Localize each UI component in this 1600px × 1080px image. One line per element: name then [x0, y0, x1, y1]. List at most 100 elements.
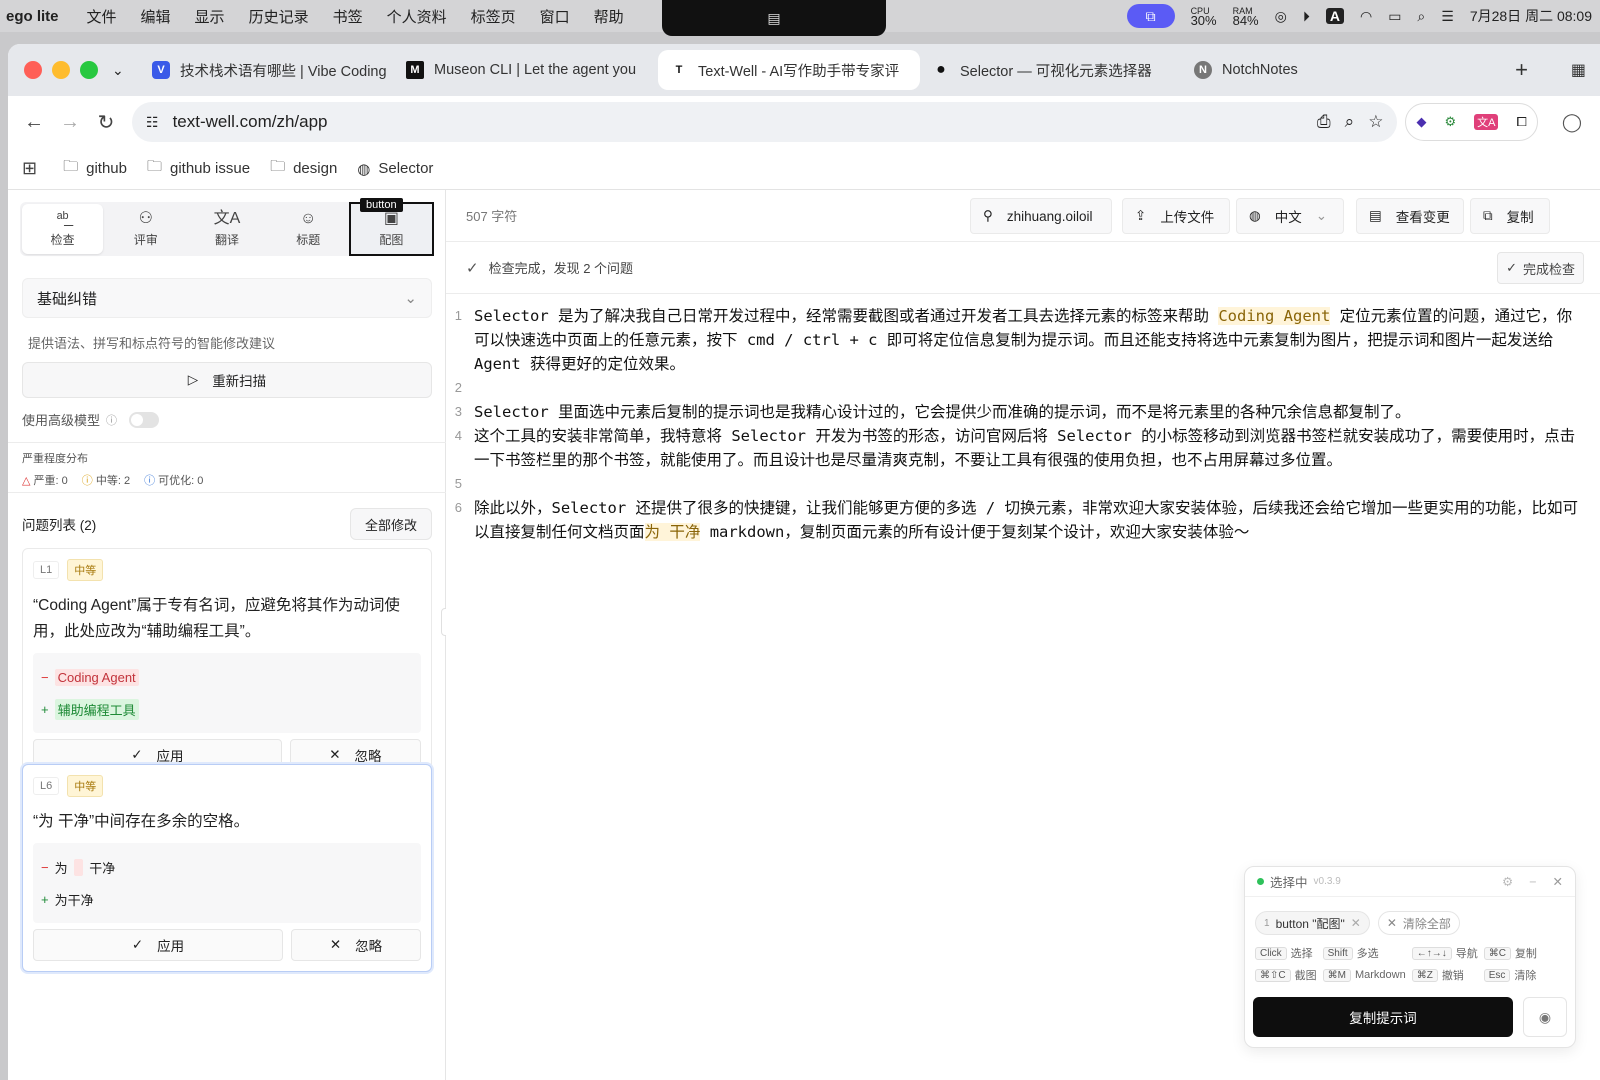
close-window-button[interactable] [24, 61, 42, 79]
menu-history[interactable]: 历史记录 [249, 6, 309, 27]
cpu-stat[interactable]: CPU 30% [1191, 6, 1217, 27]
extension-gears-icon[interactable]: ⚙ [1444, 114, 1456, 130]
copy-icon: ⧉ [1483, 208, 1493, 223]
highlight-coding-agent[interactable]: Coding Agent [1218, 307, 1331, 325]
bookmark-star-icon[interactable]: ☆ [1368, 112, 1383, 132]
upload-button[interactable]: ⇪ 上传文件 [1122, 198, 1230, 234]
menu-view[interactable]: 显示 [195, 6, 225, 27]
forward-arrow-icon[interactable]: → [52, 104, 88, 140]
back-arrow-icon[interactable]: ← [16, 104, 52, 140]
shortcut-hint: ⌘⇧C 截图 [1255, 967, 1317, 983]
help-icon[interactable]: ⓘ [106, 412, 117, 428]
issue-card[interactable]: L6 中等 “为 干净”中间存在多余的空格。 − 为 干净 + 为干净 ✓ 应用 ✕ 忽… [22, 764, 432, 972]
site-settings-icon[interactable]: ☷ [146, 114, 159, 131]
user-button[interactable]: ⚲ zhihuang.oiloil [970, 198, 1112, 234]
editor-line[interactable]: 3 Selector 里面选中元素后复制的提示词也是我精心设计过的，它会提供少而准… [446, 400, 1600, 424]
tab-museon[interactable]: M Museon CLI | Let the agent you [394, 50, 658, 90]
close-icon[interactable]: ✕ [1553, 874, 1563, 889]
info-circle-icon: ⓘ [81, 475, 93, 487]
shortcut-hint: ⌘Z 撤销 [1411, 967, 1478, 983]
extension-diamond-icon[interactable]: ◆ [1416, 114, 1426, 130]
bookmark-design[interactable]: 🗀 design [270, 156, 337, 181]
bookmark-selector[interactable]: ◍ Selector [357, 160, 433, 178]
tab-translate[interactable]: 文A 翻译 [186, 202, 267, 256]
reload-icon[interactable]: ↻ [88, 104, 124, 140]
text-editor[interactable]: 1 Selector 是为了解决我自己日常开发过程中，经常需要截图或者通过开发者工… [446, 294, 1600, 544]
minimize-window-button[interactable] [52, 61, 70, 79]
ram-stat[interactable]: RAM 84% [1233, 6, 1259, 27]
shortcut-hints: Click 选择 Shift 多选 ←↑→↓ 导航 ⌘C 复制 ⌘⇧C 截图 ⌘M Mark… [1245, 935, 1575, 983]
install-app-icon[interactable]: ⎙ [1317, 112, 1331, 132]
tab-list-chevron-icon[interactable]: ⌄ [112, 62, 140, 79]
screen-share-icon[interactable]: ⧉ [1126, 4, 1175, 28]
new-tab-plus-icon[interactable]: + [1515, 57, 1528, 83]
battery-icon[interactable]: ▭ [1388, 8, 1401, 25]
ignore-button[interactable]: ✕ 忽略 [291, 929, 421, 961]
camera-icon[interactable]: ◉ [1523, 997, 1567, 1037]
editor-line[interactable]: 6 除此以外，Selector 还提供了很多的快捷键，让我们能够更方便的多选 / … [446, 496, 1600, 544]
close-icon[interactable]: ✕ [1351, 916, 1361, 930]
editor-line[interactable]: 4 这个工具的安装非常简单，我特意将 Selector 开发为书签的形态，访问官网… [446, 424, 1600, 472]
url-text[interactable]: text-well.com/zh/app [173, 112, 328, 132]
selector-element-tag: button [360, 198, 403, 212]
bookmark-github[interactable]: 🗀 github [63, 156, 127, 181]
datetime[interactable]: 7月28日 周二 08:09 [1470, 6, 1592, 26]
play-icon[interactable]: ⏵ [1303, 8, 1310, 25]
editor-line[interactable]: 1 Selector 是为了解决我自己日常开发过程中，经常需要截图或者通过开发者工… [446, 304, 1600, 376]
gear-icon[interactable]: ⚙ [1502, 874, 1513, 889]
category-select[interactable]: 基础纠错 ⌄ [22, 278, 432, 318]
editor-line[interactable]: 2 [446, 376, 1600, 400]
selector-panel-header: 选择中 v0.3.9 ⚙ − ✕ [1245, 867, 1575, 897]
control-center-icon[interactable]: ☰ [1441, 8, 1454, 25]
menu-profile[interactable]: 个人资料 [387, 6, 447, 27]
minimize-icon[interactable]: − [1529, 875, 1536, 889]
tab-check[interactable]: ᵃᵇ̲ 检查 [22, 204, 104, 254]
input-method-icon[interactable]: A [1325, 8, 1344, 24]
tab-review[interactable]: ⚇ 评审 [105, 202, 186, 256]
tab-grid-icon[interactable]: ▦ [1571, 60, 1586, 80]
bookmark-github-issue[interactable]: 🗀 github issue [147, 156, 250, 181]
tab-vibe-coding[interactable]: V 技术栈术语有哪些 | Vibe Coding [140, 50, 394, 90]
highlight-extra-space[interactable]: 为 干净 [644, 523, 701, 541]
menu-window[interactable]: 窗口 [540, 6, 570, 27]
apps-grid-icon[interactable]: ⊞ [22, 158, 37, 179]
extensions-puzzle-icon[interactable]: ⧠ [1516, 114, 1526, 130]
tab-selector[interactable]: ● Selector — 可视化元素选择器 [920, 50, 1182, 90]
view-changes-button[interactable]: ▤ 查看变更 [1356, 198, 1464, 234]
menu-edit[interactable]: 编辑 [141, 6, 171, 27]
diff-removed-b: 干净 [89, 860, 116, 876]
advanced-model-toggle[interactable] [129, 411, 160, 428]
editor-line[interactable]: 5 [446, 472, 1600, 496]
menu-help[interactable]: 帮助 [594, 6, 624, 27]
tab-text-well[interactable]: T Text-Well - AI写作助手带专家评 [658, 50, 920, 90]
apply-button[interactable]: ✓ 应用 [33, 929, 284, 961]
menu-tabs[interactable]: 标签页 [471, 6, 516, 27]
users-icon: ⚇ [138, 209, 153, 227]
menubar-app-name[interactable]: ego lite [6, 8, 59, 25]
tab-title[interactable]: ☺ 标题 [268, 202, 349, 256]
copy-prompt-button[interactable]: 复制提示词 [1253, 997, 1513, 1037]
extension-translate-icon[interactable]: 文A [1474, 114, 1499, 130]
menu-bookmarks[interactable]: 书签 [333, 6, 363, 27]
wifi-icon[interactable]: ◠ [1360, 8, 1372, 25]
zoom-window-button[interactable] [80, 61, 98, 79]
rescan-button[interactable]: ▷ 重新扫描 [22, 362, 432, 398]
issue-card[interactable]: L1 中等 “Coding Agent”属于专有名词，应避免将其作为动词使用，此… [22, 548, 432, 782]
selected-element-chip[interactable]: 1 button "配图" ✕ [1255, 911, 1370, 935]
fix-all-button[interactable]: 全部修改 [349, 508, 432, 540]
language-select[interactable]: ◍ 中文 ⌄ [1236, 198, 1344, 234]
search-icon[interactable]: ⌕ [1417, 8, 1425, 25]
tab-notchnotes[interactable]: N NotchNotes [1182, 50, 1382, 90]
diff-removed: Coding Agent [54, 668, 139, 686]
url-bar[interactable]: ☷ text-well.com/zh/app ⎙ ⌕ ☆ [132, 102, 1398, 142]
bookmarks-bar: ⊞ 🗀 github 🗀 github issue 🗀 design ◍ Selecto… [8, 148, 1600, 190]
copy-button[interactable]: ⧉ 复制 [1470, 198, 1550, 234]
zoom-icon[interactable]: ⌕ [1345, 112, 1355, 132]
advanced-model-row: 使用高级模型 ⓘ [22, 410, 160, 429]
notch-notes-icon[interactable]: ▤ [767, 10, 780, 27]
spiral-icon[interactable]: ◎ [1275, 8, 1287, 25]
menu-file[interactable]: 文件 [87, 6, 117, 27]
profile-avatar-icon[interactable]: ◯ [1562, 112, 1582, 133]
clear-all-button[interactable]: ✕ 清除全部 [1377, 911, 1460, 935]
finish-check-button[interactable]: ✓ 完成检查 [1497, 252, 1584, 284]
